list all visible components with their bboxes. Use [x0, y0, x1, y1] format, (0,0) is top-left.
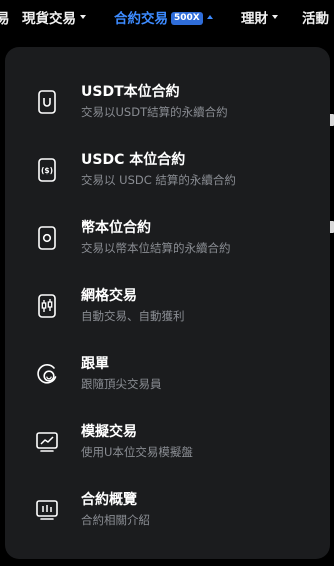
menu-item-demo-trading[interactable]: 模擬交易 使用U本位交易模擬盤 [5, 415, 330, 471]
copy-trading-icon [34, 361, 60, 387]
chevron-up-icon [206, 15, 213, 19]
menu-item-title: 網格交易 [81, 288, 137, 304]
menu-item-subtitle: 交易以 USDC 結算的永續合約 [81, 173, 236, 187]
usdc-contract-icon: ($) [34, 157, 60, 183]
usdt-contract-icon [34, 89, 60, 115]
menu-item-contract-overview[interactable]: 合約概覽 合約相關介紹 [5, 483, 330, 539]
menu-item-subtitle: 跟隨頂尖交易員 [81, 377, 162, 391]
nav-item-contract-trading[interactable]: 合約交易 500X [114, 10, 213, 28]
chevron-down-icon [272, 15, 278, 19]
menu-item-copy-trading[interactable]: 跟單 跟隨頂尖交易員 [5, 347, 330, 403]
menu-item-usdc-contract[interactable]: ($) USDC 本位合約 交易以 USDC 結算的永續合約 [5, 143, 330, 199]
chevron-down-icon [80, 15, 86, 19]
demo-trading-icon [34, 429, 60, 455]
nav-item-label: 易 [0, 11, 10, 27]
menu-item-usdt-contract[interactable]: USDT本位合約 交易以USDT結算的永續合約 [5, 75, 330, 131]
coin-contract-icon [34, 225, 60, 251]
nav-item-finance[interactable]: 理財 [241, 10, 278, 28]
nav-item-label: 現貨交易 [22, 11, 76, 27]
nav-item-trade-partial[interactable]: 易 [0, 10, 10, 28]
grid-trading-icon [34, 293, 60, 319]
menu-item-subtitle: 使用U本位交易模擬盤 [81, 445, 193, 459]
menu-item-subtitle: 交易以幣本位結算的永續合約 [81, 241, 231, 255]
menu-item-grid-trading[interactable]: 網格交易 自動交易、自動獲利 [5, 279, 330, 335]
contract-overview-icon [34, 497, 60, 523]
menu-item-title: 跟單 [81, 356, 109, 372]
nav-item-label: 合約交易 [114, 11, 168, 27]
menu-item-coin-contract[interactable]: 幣本位合約 交易以幣本位結算的永續合約 [5, 211, 330, 267]
top-navigation: 易 現貨交易 合約交易 500X 理財 活動 [0, 0, 334, 38]
menu-item-title: USDC 本位合約 [81, 152, 186, 168]
nav-item-events[interactable]: 活動 [302, 10, 329, 28]
nav-item-label: 理財 [241, 11, 268, 27]
menu-item-title: 合約概覽 [81, 492, 137, 508]
contract-trading-dropdown: USDT本位合約 交易以USDT結算的永續合約 ($) USDC 本位合約 交易… [5, 47, 330, 559]
menu-item-title: 模擬交易 [81, 424, 137, 440]
nav-item-spot-trading[interactable]: 現貨交易 [22, 10, 86, 28]
menu-item-title: 幣本位合約 [81, 220, 151, 236]
menu-item-subtitle: 自動交易、自動獲利 [81, 309, 185, 323]
leverage-badge: 500X [171, 11, 203, 25]
nav-item-label: 活動 [302, 11, 329, 27]
menu-item-subtitle: 交易以USDT結算的永續合約 [81, 105, 228, 119]
svg-text:($): ($) [41, 166, 53, 175]
menu-item-subtitle: 合約相關介紹 [81, 513, 150, 527]
menu-item-title: USDT本位合約 [81, 84, 180, 100]
